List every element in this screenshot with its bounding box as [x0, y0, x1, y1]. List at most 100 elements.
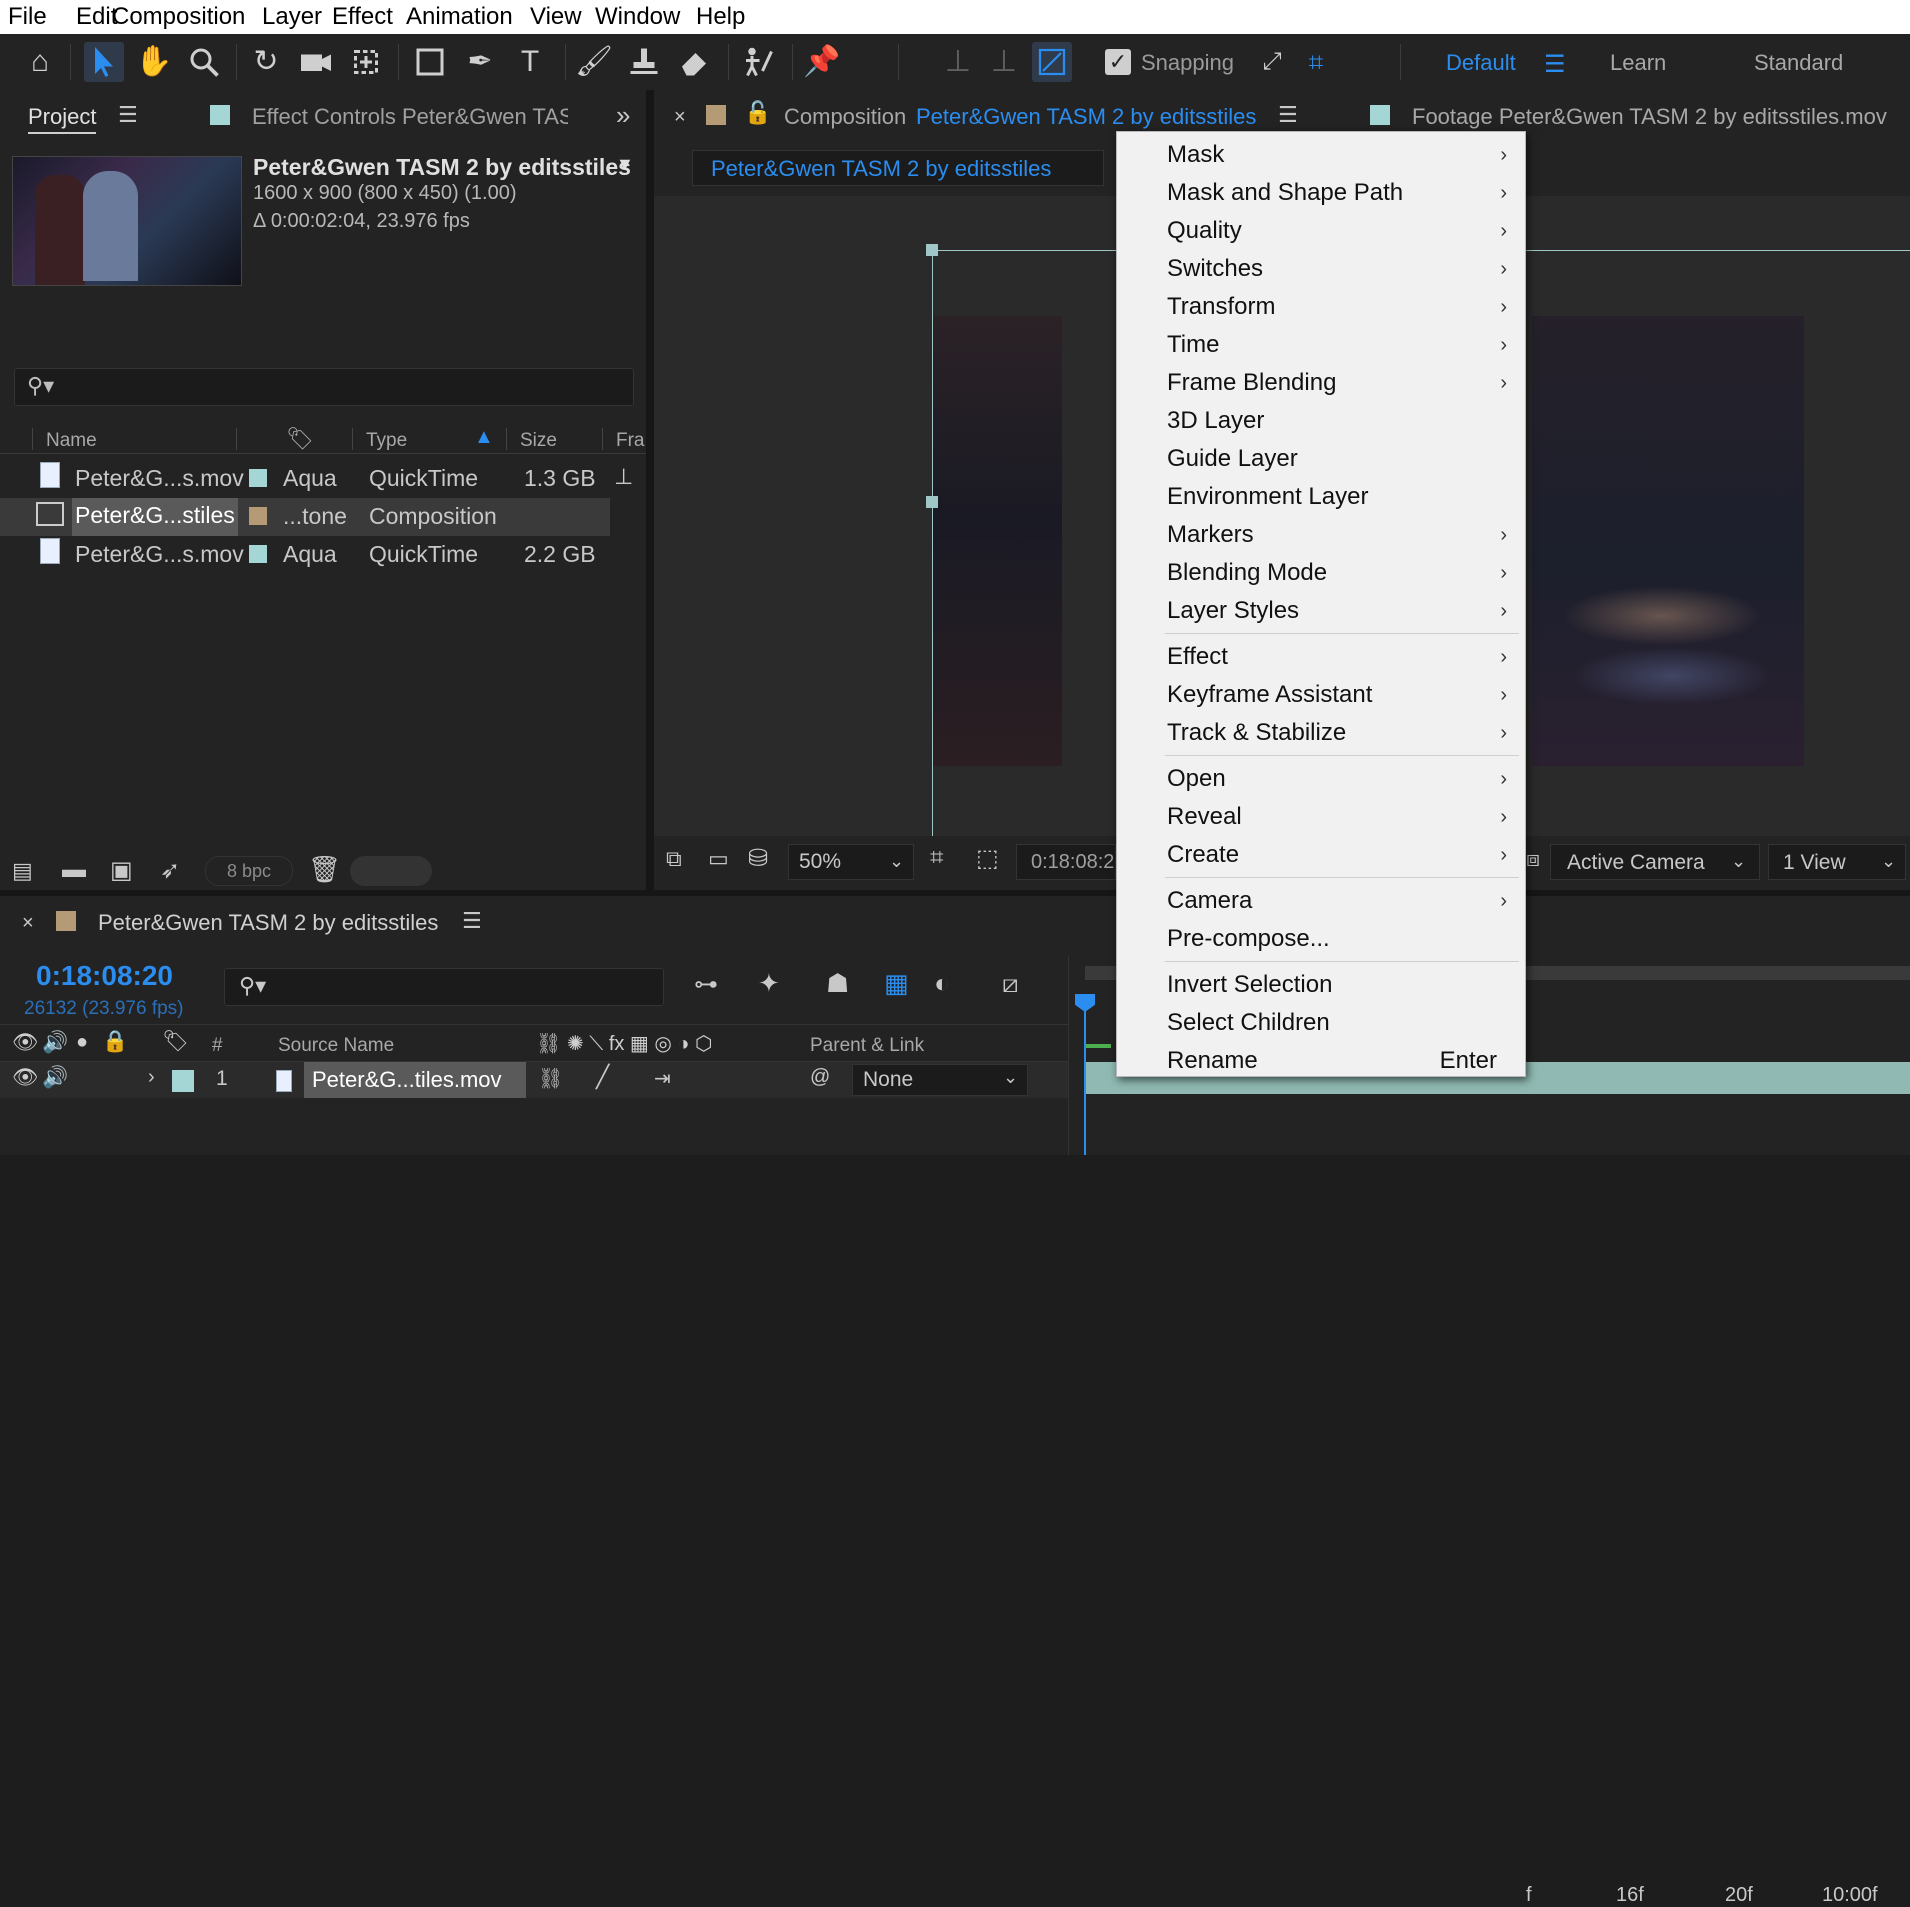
type-tool-icon[interactable]: T — [510, 42, 550, 82]
transform-handle[interactable] — [926, 244, 938, 256]
menu-item-mask-shape-path[interactable]: Mask and Shape Path — [1167, 174, 1403, 212]
pick-whip-icon[interactable]: @ — [810, 1066, 830, 1089]
flowchart-icon[interactable]: ⊥ — [614, 464, 633, 490]
column-size[interactable]: Size — [520, 430, 557, 452]
column-parent-link[interactable]: Parent & Link — [810, 1035, 924, 1057]
label-swatch[interactable] — [249, 507, 267, 525]
roto-brush-tool-icon[interactable] — [738, 42, 778, 82]
timeline-menu-icon[interactable]: ☰ — [462, 908, 482, 934]
graph-editor-icon[interactable]: ⧄ — [1002, 968, 1019, 1000]
motion-blur-icon[interactable]: ◐ — [934, 968, 950, 999]
close-tab-icon[interactable]: × — [22, 912, 34, 935]
grid-guides-icon[interactable]: ⌗ — [930, 844, 944, 872]
expand-layer-icon[interactable]: › — [148, 1066, 155, 1089]
panel-overflow-icon[interactable]: » — [616, 100, 630, 131]
sort-ascending-icon[interactable]: ▲ — [474, 426, 494, 449]
menu-item-camera[interactable]: Camera — [1167, 882, 1252, 920]
label-tag-icon[interactable]: 🏷 — [162, 1030, 189, 1054]
menu-item-pre-compose[interactable]: Pre-compose... — [1167, 920, 1330, 958]
column-type[interactable]: Type — [366, 430, 407, 452]
mask-visibility-icon[interactable]: ⛁ — [748, 844, 768, 873]
hand-tool-icon[interactable]: ✋ — [134, 42, 174, 82]
timeline-layer-row[interactable]: 👁 🔊 › 1 Peter&G...tiles.mov ⛓ ╱ ⇥ @ None… — [0, 1062, 1068, 1098]
menu-item-blending-mode[interactable]: Blending Mode — [1167, 554, 1327, 592]
menu-item-3d-layer[interactable]: 3D Layer — [1167, 402, 1264, 440]
workspace-learn[interactable]: Learn — [1610, 50, 1666, 76]
workspace-default[interactable]: Default — [1446, 50, 1516, 76]
menu-item-mask[interactable]: Mask — [1167, 136, 1224, 174]
solo-icon[interactable]: ● — [76, 1031, 88, 1054]
menu-item-environment-layer[interactable]: Environment Layer — [1167, 478, 1368, 516]
local-axis-icon[interactable]: ⊥ — [938, 42, 978, 82]
frame-blending-icon[interactable]: ▦ — [884, 968, 909, 999]
current-timecode[interactable]: 0:18:08:20 — [36, 960, 173, 992]
tab-timeline[interactable]: Peter&Gwen TASM 2 by editsstiles — [98, 910, 438, 936]
camera-tool-icon[interactable] — [296, 42, 336, 82]
tab-project[interactable]: Project — [28, 104, 96, 130]
zoom-tool-icon[interactable] — [184, 42, 224, 82]
snapping-checkbox[interactable]: ✓ — [1105, 49, 1131, 75]
menu-item-effect[interactable]: Effect — [1167, 638, 1228, 676]
video-eye-icon[interactable]: 👁 — [12, 1031, 39, 1055]
layer-eye-icon[interactable]: 👁 — [12, 1066, 39, 1090]
clone-stamp-tool-icon[interactable] — [624, 42, 664, 82]
layer-audio-icon[interactable]: 🔊 — [42, 1066, 68, 1090]
layer-label-swatch[interactable] — [172, 1070, 194, 1092]
camera-dropdown[interactable]: Active Camera ⌄ — [1550, 844, 1760, 880]
menu-composition[interactable]: Composition — [112, 3, 245, 31]
parent-dropdown[interactable]: None ⌄ — [852, 1064, 1028, 1096]
shy-switch-icon[interactable]: ⛓ — [538, 1066, 563, 1091]
new-folder-icon[interactable]: ▬ — [62, 856, 86, 884]
menu-item-switches[interactable]: Switches — [1167, 250, 1263, 288]
menu-item-quality[interactable]: Quality — [1167, 212, 1242, 250]
interpret-footage-icon[interactable]: ▤ — [12, 858, 33, 884]
column-frame[interactable]: Fra — [616, 430, 645, 452]
menu-view[interactable]: View — [530, 3, 582, 31]
rectangle-tool-icon[interactable] — [410, 42, 450, 82]
new-composition-icon[interactable]: ▣ — [110, 856, 133, 885]
quality-switch-icon[interactable]: ╱ — [596, 1064, 609, 1090]
label-swatch[interactable] — [249, 469, 267, 487]
tab-effect-controls[interactable]: Effect Controls Peter&Gwen TAS — [252, 104, 568, 130]
snap-edges-icon[interactable]: ⤢ — [1252, 42, 1292, 82]
menu-item-track-stabilize[interactable]: Track & Stabilize — [1167, 714, 1346, 752]
monitor-icon[interactable]: ▭ — [708, 846, 729, 872]
thumbnail-slider[interactable] — [350, 856, 432, 886]
menu-item-select-children[interactable]: Select Children — [1167, 1004, 1330, 1042]
item-dropdown-icon[interactable]: ▼ — [616, 154, 634, 175]
tab-composition[interactable]: Peter&Gwen TASM 2 by editsstiles — [916, 104, 1256, 130]
menu-item-keyframe-assistant[interactable]: Keyframe Assistant — [1167, 676, 1372, 714]
snap-features-icon[interactable]: ⌗ — [1296, 42, 1336, 82]
column-source-name[interactable]: Source Name — [278, 1035, 394, 1057]
transform-handle[interactable] — [926, 496, 938, 508]
column-name[interactable]: Name — [46, 430, 97, 452]
view-layout-dropdown[interactable]: 1 View ⌄ — [1768, 844, 1906, 880]
current-time-field[interactable]: 0:18:08:2 — [1016, 844, 1116, 880]
project-menu-icon[interactable]: ☰ — [118, 102, 138, 128]
project-search-input[interactable]: ⚲▾ — [14, 368, 634, 406]
project-row[interactable]: Peter&G...s.mov Aqua QuickTime 2.2 GB — [0, 536, 610, 574]
lock-icon[interactable]: 🔓 — [744, 100, 771, 126]
menu-item-guide-layer[interactable]: Guide Layer — [1167, 440, 1298, 478]
draft-3d-icon[interactable]: ✦ — [758, 968, 780, 999]
menu-item-markers[interactable]: Markers — [1167, 516, 1254, 554]
menu-item-layer-styles[interactable]: Layer Styles — [1167, 592, 1299, 630]
menu-window[interactable]: Window — [595, 3, 680, 31]
workspace-standard[interactable]: Standard — [1754, 50, 1843, 76]
view-axis-icon[interactable] — [1032, 42, 1072, 82]
project-settings-icon[interactable]: ➶ — [160, 856, 180, 885]
tag-icon[interactable]: 🏷 — [286, 426, 314, 452]
menu-layer[interactable]: Layer — [262, 3, 322, 31]
playhead[interactable] — [1084, 998, 1086, 1155]
pan-behind-tool-icon[interactable] — [346, 42, 386, 82]
rotate-tool-icon[interactable]: ↻ — [246, 42, 286, 82]
layer-name-field[interactable]: Peter&G...tiles.mov — [304, 1062, 526, 1098]
zoom-dropdown[interactable]: 50% ⌄ — [788, 844, 914, 880]
menu-help[interactable]: Help — [696, 3, 745, 31]
selection-tool-icon[interactable] — [84, 42, 124, 82]
home-icon[interactable]: ⌂ — [20, 42, 60, 82]
menu-item-invert-selection[interactable]: Invert Selection — [1167, 966, 1332, 1004]
trash-icon[interactable]: 🗑 — [308, 854, 341, 885]
playhead-handle[interactable] — [1075, 994, 1095, 1012]
comp-breadcrumb[interactable]: Peter&Gwen TASM 2 by editsstiles — [692, 150, 1104, 186]
